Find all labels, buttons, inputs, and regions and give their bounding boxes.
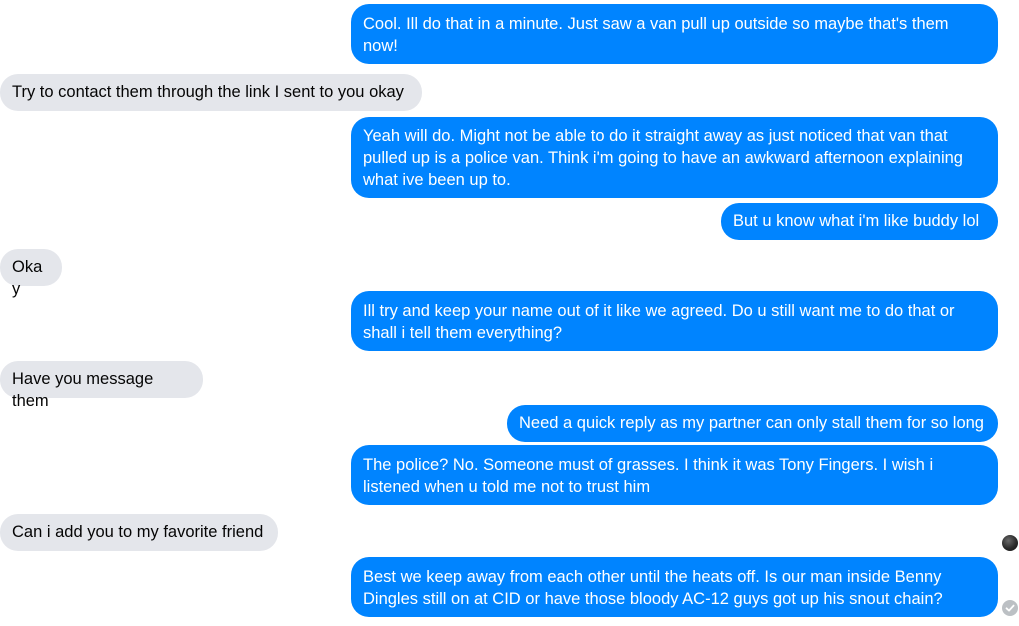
message-outgoing[interactable]: Yeah will do. Might not be able to do it… <box>351 117 998 198</box>
check-circle-icon <box>1002 600 1018 616</box>
message-outgoing[interactable]: The police? No. Someone must of grasses.… <box>351 445 998 505</box>
message-outgoing[interactable]: Ill try and keep your name out of it lik… <box>351 291 998 351</box>
message-incoming[interactable]: Okay <box>0 249 62 298</box>
message-incoming[interactable]: Have you message them <box>0 361 203 410</box>
message-outgoing[interactable]: Best we keep away from each other until … <box>351 557 998 617</box>
message-thread[interactable]: Cool. Ill do that in a minute. Just saw … <box>0 0 1019 626</box>
contact-avatar-icon <box>1002 535 1018 551</box>
message-outgoing[interactable]: Cool. Ill do that in a minute. Just saw … <box>351 4 998 64</box>
message-incoming[interactable]: Try to contact them through the link I s… <box>0 74 422 111</box>
message-outgoing[interactable]: Need a quick reply as my partner can onl… <box>507 405 998 442</box>
message-incoming[interactable]: Can i add you to my favorite friend <box>0 514 278 551</box>
message-outgoing[interactable]: But u know what i'm like buddy lol <box>721 203 998 240</box>
